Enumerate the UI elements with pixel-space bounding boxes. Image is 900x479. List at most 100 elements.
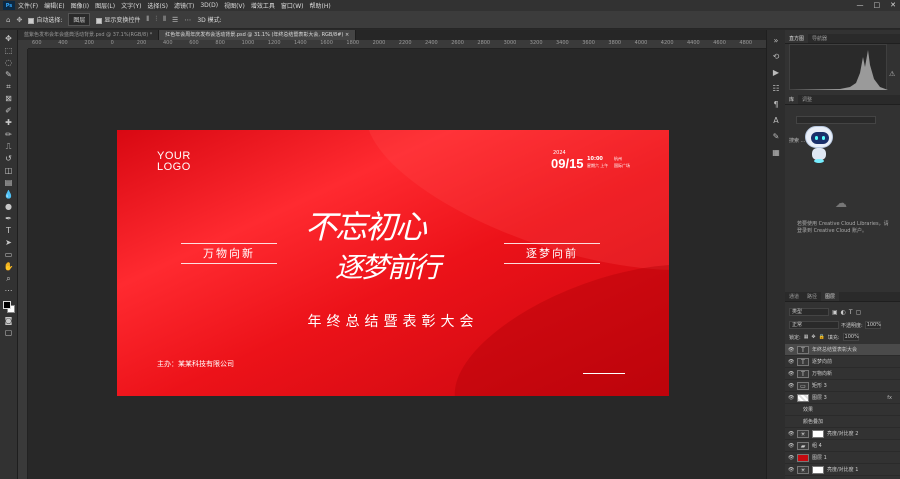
tab-paths[interactable]: 路径	[803, 292, 821, 301]
eyedropper-tool-icon[interactable]: ✐	[3, 106, 15, 115]
menu-filter[interactable]: 滤镜(T)	[174, 1, 194, 10]
screen-mode-icon[interactable]: ▢	[3, 328, 15, 337]
maximize-icon[interactable]: □	[874, 1, 881, 9]
visibility-eye-icon[interactable]: 👁	[788, 371, 794, 377]
library-dropdown[interactable]	[796, 116, 876, 124]
lasso-tool-icon[interactable]: ◌	[3, 58, 15, 67]
path-select-tool-icon[interactable]: ➤	[3, 238, 15, 247]
menu-layer[interactable]: 图层(L)	[95, 1, 115, 10]
brush-tool-icon[interactable]: ✏	[3, 130, 15, 139]
gradient-tool-icon[interactable]: ▤	[3, 178, 15, 187]
blur-tool-icon[interactable]: 💧	[3, 190, 15, 199]
close-icon[interactable]: ✕	[890, 1, 896, 9]
layer-row[interactable]: 👁 T 年终总结暨表彰大会	[785, 344, 900, 356]
character-icon[interactable]: A	[773, 116, 778, 125]
pen-tool-icon[interactable]: ✒	[3, 214, 15, 223]
layer-kind-dropdown[interactable]: 类型	[789, 308, 829, 316]
history-icon[interactable]: ⟲	[773, 52, 780, 61]
brush-settings-icon[interactable]: ✎	[773, 132, 780, 141]
home-icon[interactable]: ⌂	[6, 16, 10, 24]
quick-select-tool-icon[interactable]: ✎	[3, 70, 15, 79]
menu-select[interactable]: 选择(S)	[147, 1, 168, 10]
play-icon[interactable]: ▶	[773, 68, 779, 77]
quick-mask-icon[interactable]: ◙	[3, 316, 15, 325]
properties-icon[interactable]: ☷	[772, 84, 779, 93]
visibility-eye-icon[interactable]: 👁	[788, 359, 794, 365]
tab-channels[interactable]: 通道	[785, 292, 803, 301]
lock-pixels-icon[interactable]: ▦	[804, 334, 809, 340]
visibility-eye-icon[interactable]: 👁	[788, 431, 794, 437]
layer-select-dropdown[interactable]: 图层	[68, 13, 91, 26]
crop-tool-icon[interactable]: ⌗	[3, 82, 15, 91]
color-swatches[interactable]	[2, 301, 15, 313]
frame-tool-icon[interactable]: ⊠	[3, 94, 15, 103]
fx-icon[interactable]: fx	[887, 395, 892, 401]
visibility-eye-icon[interactable]: 👁	[788, 347, 794, 353]
filter-type-icon[interactable]: T	[849, 309, 853, 316]
layer-row[interactable]: 👁 图层 3 fx	[785, 392, 900, 404]
tab-adjustments[interactable]: 调整	[798, 95, 816, 104]
hand-tool-icon[interactable]: ✋	[3, 262, 15, 271]
warning-icon[interactable]: ⚠	[889, 70, 895, 78]
align-left-icon[interactable]: ⫴	[146, 15, 149, 24]
layer-row[interactable]: 👁 ☀ 亮度/对比度 1	[785, 464, 900, 476]
blend-mode-dropdown[interactable]: 正常	[789, 321, 839, 329]
fill-input[interactable]: 100%	[842, 333, 859, 341]
menu-image[interactable]: 图像(I)	[71, 1, 89, 10]
layer-effect-row[interactable]: 效果	[785, 404, 900, 416]
filter-pixel-icon[interactable]: ▣	[832, 309, 838, 316]
swatches-icon[interactable]: ▦	[772, 148, 780, 157]
canvas-area[interactable]: YOUR LOGO 2024 09/15 10:00 星期六 上午 杭州 国际广…	[28, 49, 785, 479]
type-tool-icon[interactable]: T	[3, 226, 15, 235]
document-tab[interactable]: 蓝紫色发布会年会盛典活动背景.psd @ 37.1%(RGB/8) *	[18, 30, 160, 40]
stamp-tool-icon[interactable]: ⎍	[3, 142, 15, 151]
tab-libraries[interactable]: 库	[785, 95, 799, 104]
move-tool-icon[interactable]: ✥	[16, 16, 22, 24]
eraser-tool-icon[interactable]: ◫	[3, 166, 15, 175]
menu-window[interactable]: 窗口(W)	[281, 1, 304, 10]
artwork[interactable]: YOUR LOGO 2024 09/15 10:00 星期六 上午 杭州 国际广…	[117, 130, 669, 396]
layer-row[interactable]: 👁 ▭ 矩形 3	[785, 380, 900, 392]
visibility-eye-icon[interactable]: 👁	[788, 467, 794, 473]
tab-navigator[interactable]: 导航器	[808, 34, 831, 43]
tab-layers[interactable]: 图层	[821, 292, 840, 301]
zoom-tool-icon[interactable]: ⌕	[3, 274, 15, 283]
history-brush-tool-icon[interactable]: ↺	[3, 154, 15, 163]
filter-adjust-icon[interactable]: ◐	[841, 309, 846, 316]
visibility-eye-icon[interactable]: 👁	[788, 383, 794, 389]
layer-row[interactable]: 👁 T 逐梦向前	[785, 356, 900, 368]
menu-3d[interactable]: 3D(D)	[200, 2, 218, 9]
collapse-icon[interactable]: »	[774, 36, 779, 45]
opacity-input[interactable]: 100%	[864, 321, 881, 329]
visibility-eye-icon[interactable]: 👁	[788, 443, 794, 449]
distribute-icon[interactable]: ☰	[172, 16, 178, 24]
move-tool-icon[interactable]: ✥	[3, 34, 15, 43]
more-tools-icon[interactable]: ⋯	[3, 286, 15, 295]
foreground-color-swatch[interactable]	[2, 301, 11, 309]
lock-all-icon[interactable]: 🔒	[819, 334, 825, 340]
layer-row[interactable]: 👁 ☀ 亮度/对比度 2	[785, 428, 900, 440]
layer-row[interactable]: 👁 图层 1	[785, 452, 900, 464]
healing-brush-tool-icon[interactable]: ✚	[3, 118, 15, 127]
menu-type[interactable]: 文字(Y)	[121, 1, 141, 10]
menu-view[interactable]: 视图(V)	[224, 1, 245, 10]
visibility-eye-icon[interactable]: 👁	[788, 395, 794, 401]
more-options-icon[interactable]: ⋯	[184, 16, 191, 24]
auto-select-checkbox[interactable]: 自动选择:	[28, 15, 62, 24]
show-transform-checkbox[interactable]: 显示变换控件	[96, 15, 140, 24]
lock-position-icon[interactable]: ✥	[811, 334, 815, 340]
document-tab-active[interactable]: 红色年会周年庆发布会活动背景.psd @ 31.1% (年终总结暨表彰大会, R…	[159, 30, 357, 40]
layer-row[interactable]: 👁 T 万物向新	[785, 368, 900, 380]
layer-row[interactable]: 👁 ▰ 组 4	[785, 440, 900, 452]
menu-file[interactable]: 文件(F)	[18, 1, 38, 10]
rectangle-tool-icon[interactable]: ▭	[3, 250, 15, 259]
marquee-tool-icon[interactable]: ⬚	[3, 46, 15, 55]
paragraph-icon[interactable]: ¶	[773, 100, 778, 109]
dodge-tool-icon[interactable]: ●	[3, 202, 15, 211]
align-center-icon[interactable]: ⫶	[155, 15, 157, 24]
align-right-icon[interactable]: ⫴	[163, 15, 166, 24]
menu-help[interactable]: 帮助(H)	[310, 1, 331, 10]
tab-histogram[interactable]: 直方图	[785, 34, 809, 43]
library-search-label[interactable]: 搜索 ...	[789, 137, 805, 144]
menu-edit[interactable]: 编辑(E)	[44, 1, 64, 10]
